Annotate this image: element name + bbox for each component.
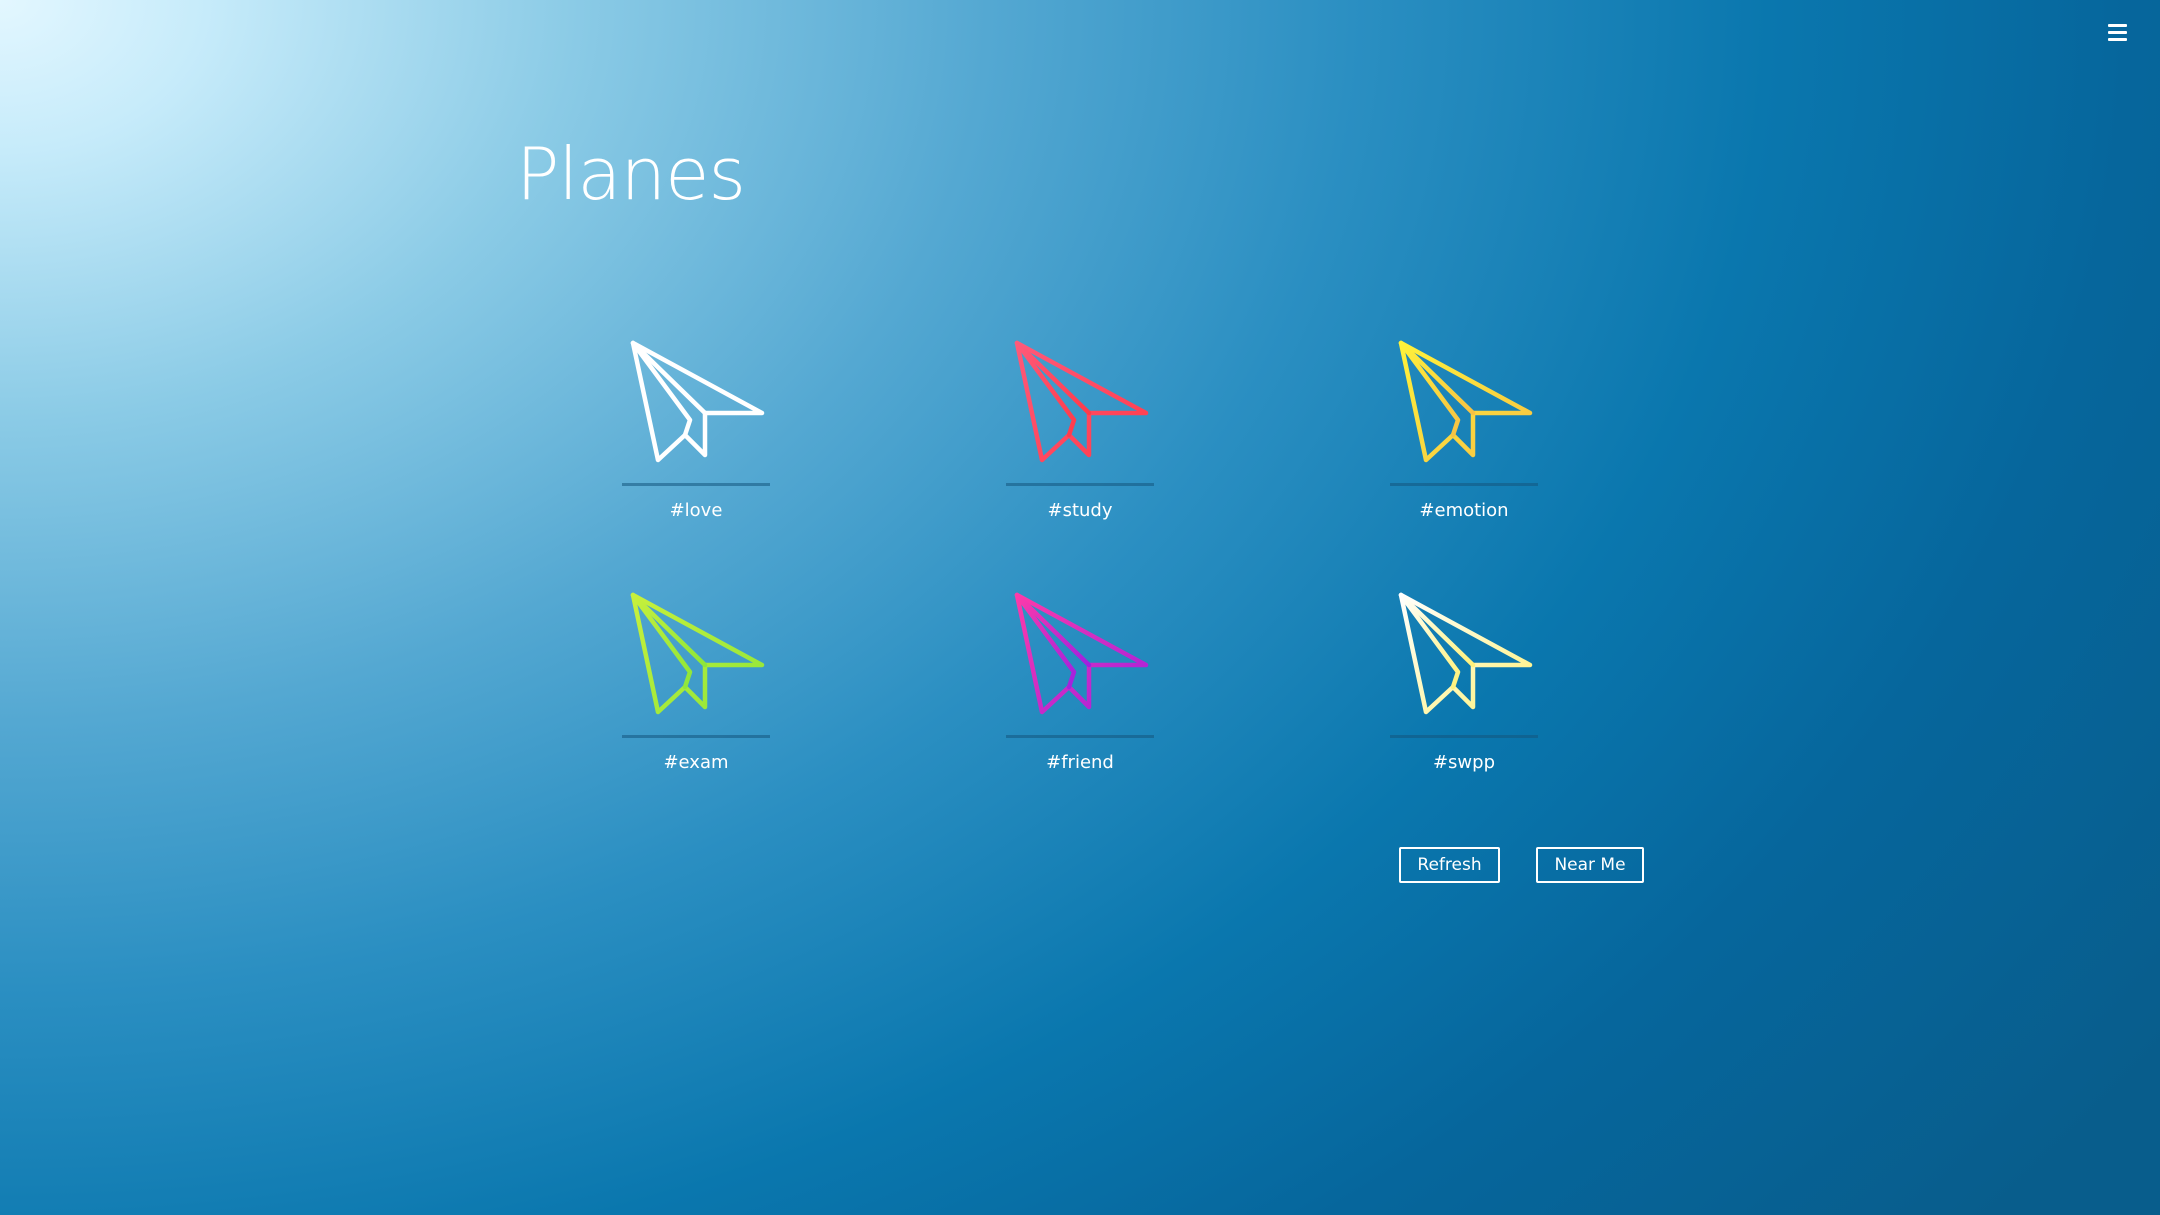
paper-plane-icon [630,340,765,463]
planes-grid: #love #study #emotion #exam #friend #swp… [600,340,1850,790]
plane-underline [1006,483,1154,486]
plane-underline [622,735,770,738]
paper-plane-icon [1014,340,1149,463]
paper-plane-icon [1014,592,1149,715]
hamburger-menu-icon[interactable] [2103,17,2133,47]
paper-plane-icon [1398,592,1533,715]
plane-card-friend[interactable]: #friend [984,592,1184,792]
plane-tag-label: #friend [1046,752,1114,773]
plane-tag-label: #emotion [1419,500,1509,521]
menu-bar [2108,30,2127,34]
plane-tag-label: #swpp [1432,752,1496,773]
plane-underline [1006,735,1154,738]
page-title: Planes [516,132,746,216]
plane-tag-label: #exam [663,752,729,773]
plane-card-study[interactable]: #study [984,340,1184,540]
refresh-button[interactable]: Refresh [1399,847,1500,883]
paper-plane-icon [1398,340,1533,463]
plane-tag-label: #love [669,500,723,521]
menu-bar [2108,37,2127,41]
plane-underline [1390,735,1538,738]
near-me-button[interactable]: Near Me [1536,847,1644,883]
menu-bar [2108,23,2127,27]
plane-card-love[interactable]: #love [600,340,800,540]
paper-plane-icon [630,592,765,715]
plane-card-emotion[interactable]: #emotion [1368,340,1568,540]
plane-card-exam[interactable]: #exam [600,592,800,792]
plane-underline [1390,483,1538,486]
plane-tag-label: #study [1047,500,1113,521]
plane-underline [622,483,770,486]
plane-card-swpp[interactable]: #swpp [1368,592,1568,792]
